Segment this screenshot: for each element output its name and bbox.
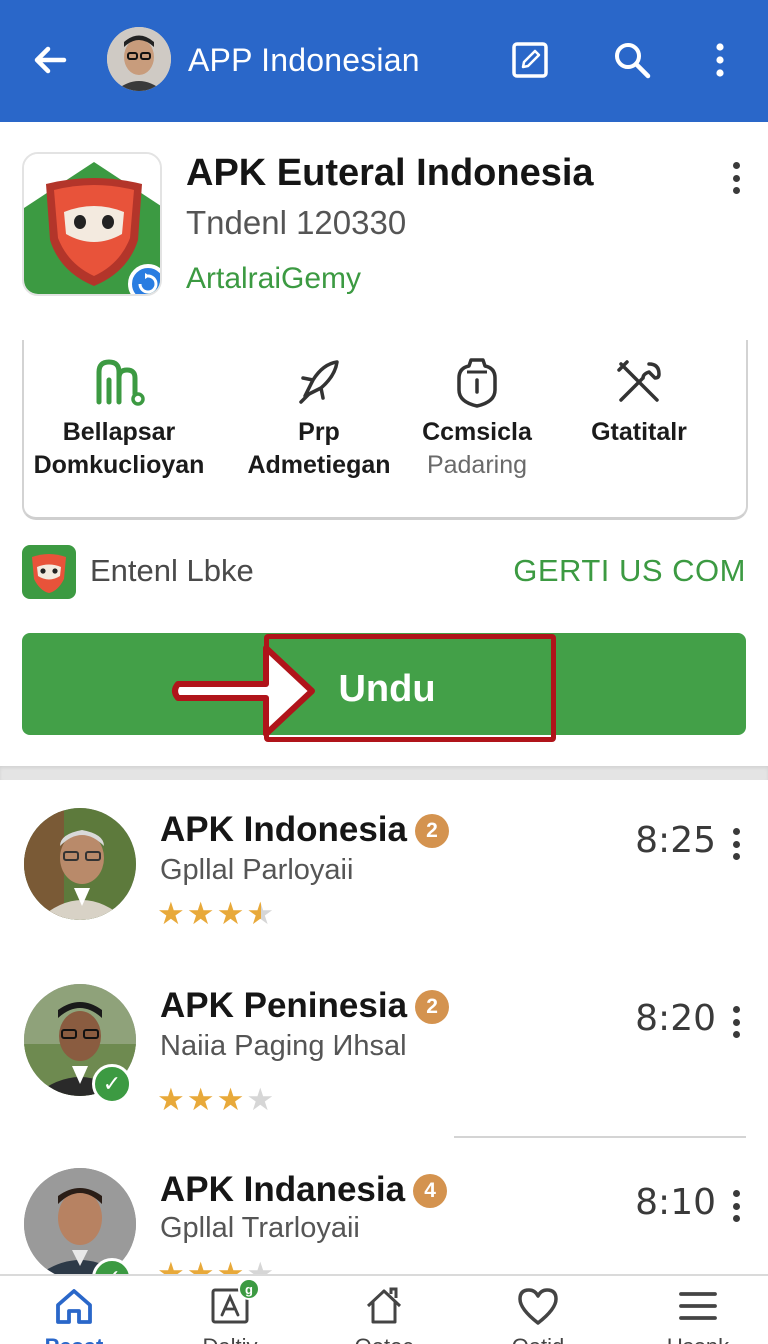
star-rating: ★★★★	[157, 896, 277, 931]
nav-explore[interactable]: Oetec	[334, 1284, 434, 1344]
item-menu-button[interactable]	[724, 1002, 748, 1042]
edit-button[interactable]	[508, 38, 552, 82]
count-badge: 4	[413, 1174, 448, 1208]
nav-label: Pesat	[24, 1334, 124, 1344]
install-button-label: Undu	[338, 668, 436, 710]
rocket-icon	[299, 360, 339, 404]
back-button[interactable]	[28, 38, 72, 82]
item-menu-button[interactable]	[724, 1186, 748, 1226]
item-title: APK Indanesia 4	[160, 1170, 448, 1210]
nav-menu[interactable]: Usonk	[648, 1284, 748, 1344]
item-title: APK Peninesia 2	[160, 986, 450, 1026]
menu-icon	[679, 1292, 717, 1320]
app-bar-title: APP Indonesian	[188, 42, 420, 78]
arrow-left-icon	[34, 46, 67, 74]
search-icon	[615, 43, 651, 79]
feature-title: Bellapsar	[62, 418, 176, 446]
developer-link[interactable]: ArtalraiGemy	[186, 262, 361, 296]
app-icon	[22, 152, 162, 296]
nav-apps[interactable]: g Daltiv	[180, 1278, 280, 1344]
shield-lock-icon	[457, 358, 497, 408]
edit-square-icon	[512, 42, 548, 78]
list-divider	[454, 1136, 746, 1138]
app-name: APK Euteral Indonesia	[186, 152, 594, 194]
item-time: 8:25	[635, 820, 716, 861]
avatar	[24, 808, 136, 920]
feature-title: Gtatitalr	[591, 418, 687, 446]
item-menu-button[interactable]	[724, 824, 748, 864]
section-separator	[0, 766, 768, 780]
bottom-navigation: Pesat g Daltiv Oetec Oatid	[0, 1274, 768, 1344]
link-label: Entenl Lbke	[90, 553, 254, 588]
item-description: Gpllal Trarloyaii	[160, 1212, 360, 1244]
item-description: Gpllal Parloyaii	[160, 854, 354, 886]
more-vertical-icon	[732, 1190, 740, 1197]
chart-bars-icon	[96, 359, 145, 406]
house-outline-icon	[366, 1287, 402, 1324]
nav-label: Oatid	[488, 1334, 588, 1344]
overflow-menu-button[interactable]	[698, 38, 742, 82]
feature-row: Bellapsar Domkucliоyan Prp Admetiegan Cc…	[22, 340, 748, 520]
nav-home[interactable]: Pesat	[24, 1284, 124, 1344]
list-item[interactable]: APK Indonesia 2 Gpllal Parloyaii ★★★★ 8:2…	[0, 800, 768, 980]
nav-label: Daltiv	[180, 1334, 280, 1344]
nav-label: Oetec	[334, 1334, 434, 1344]
item-time: 8:20	[635, 998, 716, 1039]
nav-label: Usonk	[648, 1334, 748, 1344]
more-vertical-icon	[716, 43, 724, 77]
count-badge: 2	[415, 990, 450, 1024]
tools-icon	[617, 360, 661, 402]
feature-subtitle: Domkucliоyan	[33, 451, 205, 479]
link-action[interactable]: GERTI US COM	[513, 553, 746, 589]
list-item[interactable]: ✓ APK Peninesia 2 Naiia Paging Иhsal ★★★★…	[0, 976, 768, 1156]
item-title: APK Indonesia 2	[160, 810, 449, 850]
feature-subtitle: Padaring	[426, 451, 528, 479]
more-vertical-icon	[732, 828, 740, 835]
app-mini-icon	[22, 545, 76, 599]
star-rating: ★★★★	[157, 1082, 277, 1117]
search-button[interactable]	[610, 38, 654, 82]
nav-badge: g	[238, 1278, 260, 1300]
app-subtitle: Tndenl 120330	[186, 204, 407, 241]
app-menu-button[interactable]	[724, 158, 748, 198]
top-app-bar: APP Indonesian	[0, 0, 768, 122]
more-vertical-icon	[732, 1006, 740, 1013]
heart-icon	[518, 1288, 558, 1325]
more-vertical-icon	[732, 162, 740, 169]
profile-avatar[interactable]	[107, 27, 171, 91]
count-badge: 2	[414, 814, 449, 848]
feature-item[interactable]: Gtatitalr	[544, 356, 734, 451]
feature-item[interactable]: Bellapsar Domkucliоyan	[24, 356, 214, 480]
home-icon	[56, 1289, 92, 1324]
item-description: Naiia Paging Иhsal	[160, 1030, 407, 1062]
verified-check-icon: ✓	[92, 1064, 132, 1104]
item-time: 8:10	[635, 1182, 716, 1223]
nav-favorites[interactable]: Oatid	[488, 1284, 588, 1344]
